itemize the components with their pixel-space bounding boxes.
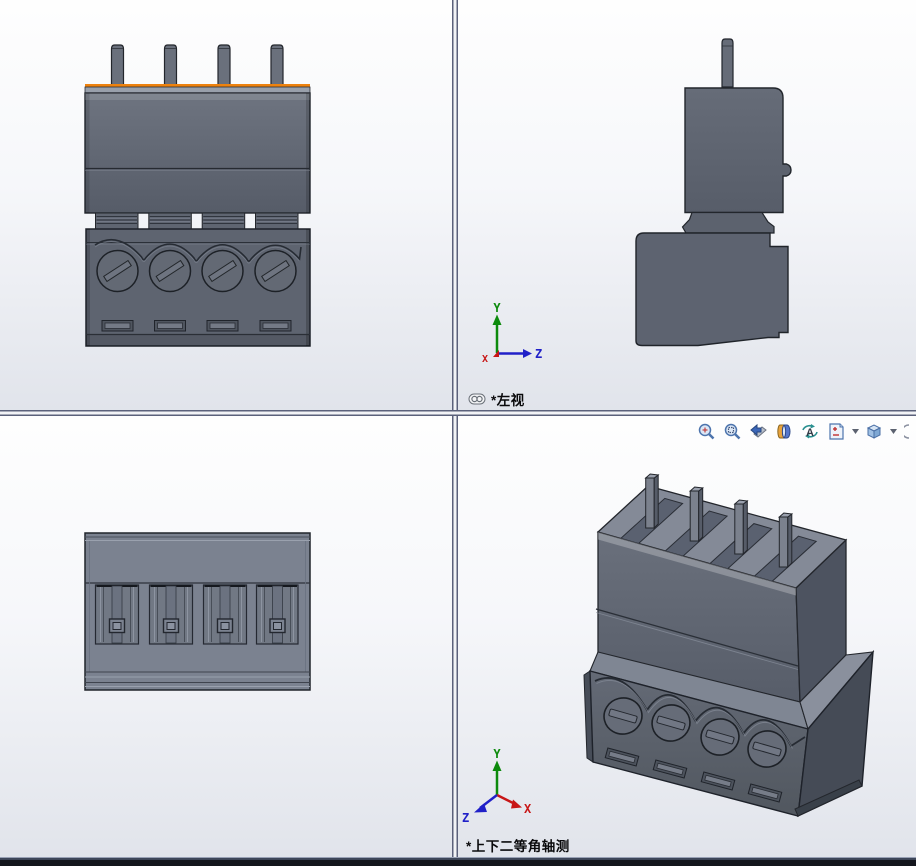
socket-profile[interactable]	[636, 233, 788, 346]
z-axis-label: Z	[535, 347, 542, 361]
upper-housing-profile[interactable]	[685, 88, 791, 213]
y-axis-arrow	[493, 315, 502, 326]
zoom-to-area-icon[interactable]	[720, 419, 744, 443]
pin[interactable]	[690, 487, 703, 541]
dynamic-annotation-views-icon[interactable]: A	[798, 419, 822, 443]
pin[interactable]	[646, 474, 659, 528]
y-axis-label: Y	[493, 301, 501, 315]
window-bottom-edge	[0, 857, 916, 866]
pin[interactable]	[722, 39, 733, 87]
wire-slot[interactable]	[155, 321, 186, 332]
latch-tabs	[96, 213, 299, 229]
front-view-drawing	[0, 0, 452, 410]
view-label-text: *左视	[491, 389, 525, 409]
left-view-drawing: Y Z X	[458, 0, 916, 410]
top-view-drawing	[0, 416, 452, 857]
previous-view-icon[interactable]	[746, 419, 770, 443]
view-label-dimetric: *上下二等角轴测	[466, 835, 570, 855]
section-view-icon[interactable]	[772, 419, 796, 443]
pin	[271, 45, 283, 86]
y-axis-arrow	[493, 761, 502, 772]
zoom-to-fit-icon[interactable]	[694, 419, 718, 443]
dimetric-view-drawing: Y X Z	[458, 416, 916, 857]
svg-text:A: A	[806, 427, 814, 439]
cad-window: Y Z X *左视	[0, 0, 916, 866]
x-axis-arrow	[511, 800, 522, 809]
screw-terminal[interactable]	[97, 251, 138, 292]
reference-triad: Y X Z	[462, 747, 532, 825]
contact-recess[interactable]	[204, 585, 247, 644]
viewport-top[interactable]	[0, 416, 452, 857]
wire-slot[interactable]	[260, 321, 291, 332]
horizontal-splitter[interactable]	[0, 410, 916, 416]
pin	[218, 45, 230, 86]
pin[interactable]	[779, 513, 792, 567]
neck-profile[interactable]	[683, 213, 775, 234]
viewport-front[interactable]	[0, 0, 452, 410]
vertical-splitter[interactable]	[452, 0, 458, 857]
screw-terminal[interactable]	[202, 251, 243, 292]
viewport-left[interactable]: Y Z X *左视	[458, 0, 916, 410]
wire-slot[interactable]	[207, 321, 238, 332]
display-style-icon[interactable]	[862, 419, 886, 443]
x-axis-label: X	[524, 802, 532, 816]
view-label-text: *上下二等角轴测	[466, 835, 570, 855]
contact-recess[interactable]	[150, 585, 193, 644]
screw-terminal[interactable]	[150, 251, 191, 292]
pin-row[interactable]	[112, 45, 284, 86]
pin	[165, 45, 177, 86]
accent-strip	[85, 84, 310, 87]
pin	[112, 45, 124, 86]
viewport-dimetric[interactable]: Y X Z A	[458, 416, 916, 857]
housing-lip	[85, 87, 310, 93]
x-axis-label: X	[482, 354, 488, 365]
z-axis-label: Z	[462, 811, 469, 825]
screw-terminal[interactable]	[255, 251, 296, 292]
view-orientation-icon[interactable]	[824, 419, 848, 443]
view-orientation-dropdown[interactable]	[850, 419, 860, 443]
contact-recess[interactable]	[96, 585, 139, 644]
y-axis-label: Y	[493, 747, 501, 761]
view-label-left: *左视	[468, 389, 525, 409]
display-style-dropdown[interactable]	[888, 419, 898, 443]
contact-recess[interactable]	[257, 585, 299, 644]
clipped-icon[interactable]	[900, 419, 916, 443]
chain-link-icon	[468, 393, 486, 405]
upper-housing[interactable]	[85, 93, 310, 213]
z-axis-arrow	[523, 349, 532, 358]
wire-slot[interactable]	[102, 321, 133, 332]
socket-body[interactable]	[86, 229, 310, 346]
pin[interactable]	[735, 500, 748, 554]
reference-triad: Y Z X	[482, 301, 542, 365]
heads-up-toolbar: A	[694, 419, 916, 443]
